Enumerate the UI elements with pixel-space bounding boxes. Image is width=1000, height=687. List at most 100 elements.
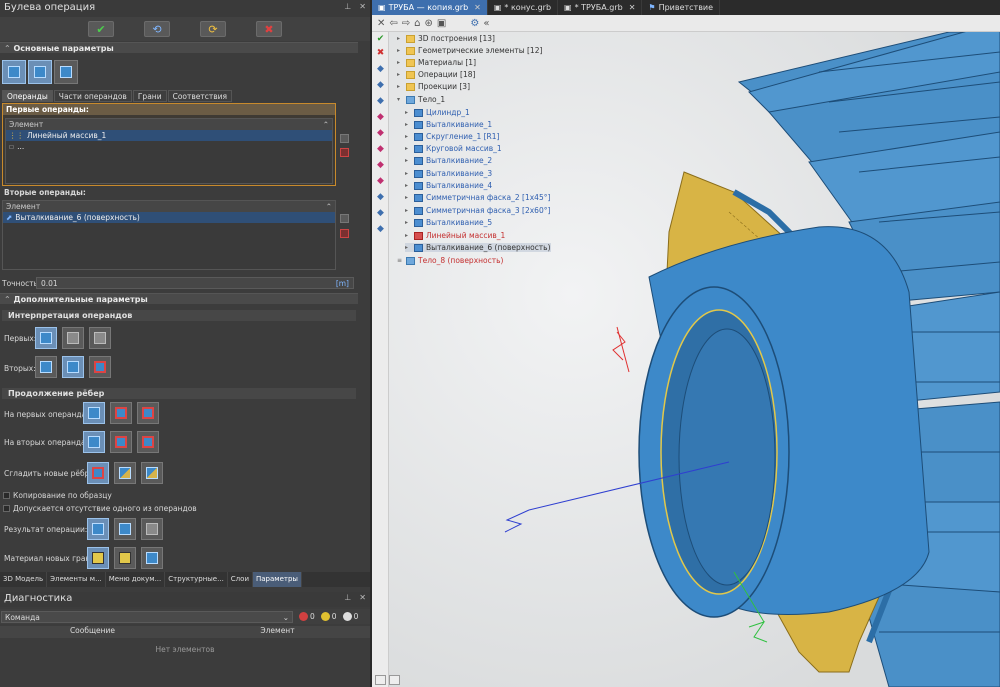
material-own-button[interactable] (141, 547, 163, 569)
close-icon[interactable]: ✕ (359, 593, 366, 606)
tree-item-body-8[interactable]: ≡ Тело_8 (поверхность) (397, 256, 503, 265)
ok-button[interactable]: ✔ (88, 21, 114, 37)
first-operands-grid[interactable]: Элемент ⌃ ⋮⋮ Линейный массив_1 ▫... (5, 118, 333, 184)
settings-icon[interactable]: ⚙ (470, 18, 479, 29)
copy-pattern-checkbox[interactable] (3, 492, 10, 499)
view-button[interactable] (375, 675, 386, 685)
second-interp-shell-button[interactable] (62, 356, 84, 378)
close-icon[interactable]: ✕ (377, 18, 385, 29)
second-up-button[interactable] (340, 214, 349, 223)
close-icon[interactable]: ✕ (359, 2, 366, 15)
edge-second-both-button[interactable] (137, 431, 159, 453)
tree-item-projections[interactable]: ▸ Проекции [3] (397, 82, 470, 91)
tab-correspondences[interactable]: Соответствия (167, 90, 233, 102)
tab-faces[interactable]: Грани (132, 90, 167, 102)
toggle-icon[interactable]: ▣ (437, 18, 446, 29)
back-icon[interactable]: ⇦ (389, 18, 397, 29)
table-row[interactable]: ▫... (6, 141, 332, 152)
smooth-fillet-button[interactable] (114, 462, 136, 484)
tab-layers[interactable]: Слои (228, 572, 253, 587)
basic-params-header[interactable]: Основные параметры (0, 42, 358, 53)
tool-icon[interactable]: ◆ (375, 192, 386, 203)
tool-icon[interactable]: ◆ (375, 96, 386, 107)
tree-item-extrude-4[interactable]: ▸ Выталкивание_4 (405, 181, 492, 190)
tree-item-geometry[interactable]: ▸ Геометрические элементы [12] (397, 46, 542, 55)
preview-button[interactable]: ⟳ (200, 21, 226, 37)
material-second-button[interactable] (114, 547, 136, 569)
tree-item-materials[interactable]: ▸ Материалы [1] (397, 58, 476, 67)
doc-tab-truba-copy[interactable]: ▣ ТРУБА — копия.grb ✕ (372, 0, 488, 15)
op-union-button[interactable] (2, 60, 26, 84)
tab-3d-model[interactable]: 3D Модель (0, 572, 48, 587)
first-interp-solid-button[interactable] (35, 327, 57, 349)
tab-parameters[interactable]: Параметры (253, 572, 302, 587)
smooth-chamfer-button[interactable] (141, 462, 163, 484)
second-operands-grid[interactable]: Элемент ⌃ ⬈ Выталкивание_6 (поверхность) (2, 200, 336, 270)
result-surface-button[interactable] (141, 518, 163, 540)
tab-doc-menu[interactable]: Меню докум... (106, 572, 166, 587)
doc-tab-welcome[interactable]: ⚑ Приветствие (642, 0, 721, 15)
tree-item-chamfer-2[interactable]: ▸ Симметричная фаска_2 [1x45°] (405, 193, 550, 202)
pin-icon[interactable]: ⊥ (344, 593, 351, 606)
filter-icon[interactable]: ⊛ (425, 18, 433, 29)
tree-item-operations[interactable]: ▸ Операции [18] (397, 70, 475, 79)
tab-structural[interactable]: Структурные... (165, 572, 228, 587)
interpretation-header[interactable]: Интерпретация операндов (2, 310, 356, 321)
close-icon[interactable]: ✕ (474, 3, 481, 12)
tree-item-extrude-6[interactable]: ▸ Выталкивание_6 (поверхность) (405, 243, 551, 252)
tree-item-extrude-5[interactable]: ▸ Выталкивание_5 (405, 218, 492, 227)
tree-item-extrude-2[interactable]: ▸ Выталкивание_2 (405, 156, 492, 165)
op-subtract-button[interactable] (28, 60, 52, 84)
tree-item-cylinder-1[interactable]: ▸ Цилиндр_1 (405, 108, 470, 117)
forward-icon[interactable]: ⇨ (402, 18, 410, 29)
edge-first-extend-button[interactable] (110, 402, 132, 424)
tool-icon[interactable]: ◆ (375, 208, 386, 219)
tree-item-extrude-1[interactable]: ▸ Выталкивание_1 (405, 120, 492, 129)
edge-first-both-button[interactable] (137, 402, 159, 424)
first-interp-shell-button[interactable] (62, 327, 84, 349)
edge-second-none-button[interactable] (83, 431, 105, 453)
first-interp-surface-button[interactable] (89, 327, 111, 349)
home-icon[interactable]: ⌂ (414, 18, 420, 29)
collapse-icon[interactable]: ⌃ (326, 202, 332, 211)
result-solid-button[interactable] (87, 518, 109, 540)
tool-icon[interactable]: ◆ (375, 80, 386, 91)
extra-params-header[interactable]: Дополнительные параметры (0, 293, 358, 304)
tool-icon[interactable]: ◆ (375, 112, 386, 123)
tab-model-elements[interactable]: Элементы м... (47, 572, 106, 587)
tree-item-3d-constructions[interactable]: ▸ 3D построения [13] (397, 34, 495, 43)
col-element[interactable]: Элемент (185, 626, 370, 638)
cancel-button[interactable]: ✖ (256, 21, 282, 37)
col-message[interactable]: Сообщение (0, 626, 185, 638)
table-row[interactable]: ⬈ Выталкивание_6 (поверхность) (3, 212, 335, 223)
3d-viewport[interactable]: ▸ 3D построения [13] ▸ Геометрические элем… (389, 32, 1000, 687)
edge-second-extend-button[interactable] (110, 431, 132, 453)
tool-icon[interactable]: ◆ (375, 160, 386, 171)
tool-icon[interactable]: ◆ (375, 224, 386, 235)
op-intersect-button[interactable] (54, 60, 78, 84)
second-interp-surface-button[interactable] (89, 356, 111, 378)
view-button[interactable] (389, 675, 400, 685)
close-icon[interactable]: ✕ (629, 3, 636, 12)
doc-tab-truba[interactable]: ▣ * ТРУБА.grb ✕ (558, 0, 643, 15)
check-icon[interactable]: ✔ (375, 34, 386, 45)
tree-item-body-1[interactable]: ▾ Тело_1 (397, 95, 445, 104)
edge-first-none-button[interactable] (83, 402, 105, 424)
tree-item-circular-array-1[interactable]: ▸ Круговой массив_1 (405, 144, 502, 153)
first-up-button[interactable] (340, 134, 349, 143)
apply-button[interactable]: ⟲ (144, 21, 170, 37)
allow-missing-checkbox[interactable] (3, 505, 10, 512)
doc-tab-konus[interactable]: ▣ * конус.grb (488, 0, 559, 15)
tree-item-linear-array-1[interactable]: ▸ Линейный массив_1 (405, 231, 505, 240)
collapse-left-icon[interactable]: « (483, 18, 489, 29)
warnings-filter[interactable]: 0 (320, 612, 337, 621)
collapse-icon[interactable]: ⌃ (323, 120, 329, 129)
second-remove-button[interactable] (340, 229, 349, 238)
diagnostics-filter-select[interactable]: Команда ⌄ (1, 610, 293, 623)
first-remove-button[interactable] (340, 148, 349, 157)
errors-filter[interactable]: 0 (299, 612, 315, 621)
tab-operand-parts[interactable]: Части операндов (53, 90, 132, 102)
tool-icon[interactable]: ◆ (375, 64, 386, 75)
tool-icon[interactable]: ◆ (375, 128, 386, 139)
result-shell-button[interactable] (114, 518, 136, 540)
